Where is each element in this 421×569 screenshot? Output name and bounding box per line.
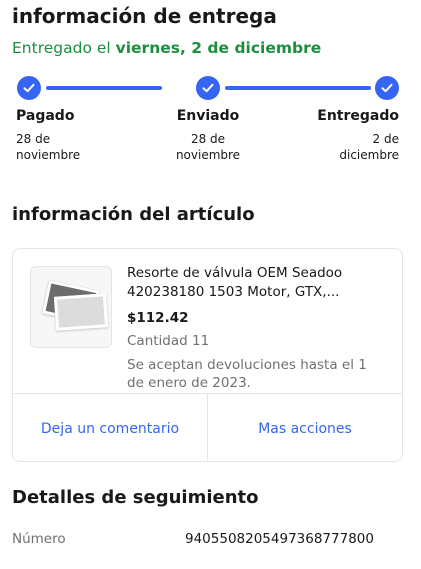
delivery-date-value: viernes, 2 de diciembre bbox=[115, 39, 322, 57]
item-returns-policy: Se aceptan devoluciones hasta el 1 de en… bbox=[127, 357, 367, 391]
progress-step-delivered-label: Entregado bbox=[317, 108, 399, 124]
progress-step-paid-label: Pagado bbox=[16, 108, 75, 124]
progress-line-1 bbox=[46, 86, 162, 90]
progress-step-paid-date: 28 de noviembre bbox=[16, 131, 80, 163]
item-name-link[interactable]: Resorte de válvula OEM Seadoo 420238180 … bbox=[127, 264, 372, 302]
item-quantity: Cantidad 11 bbox=[127, 333, 210, 349]
progress-step-shipped-check-icon bbox=[196, 76, 220, 100]
leave-feedback-button[interactable]: Deja un comentario bbox=[13, 394, 207, 461]
progress-step-paid-date-line1: 28 de bbox=[16, 132, 51, 146]
item-thumbnail[interactable] bbox=[30, 266, 112, 348]
progress-step-shipped-date: 28 de noviembre bbox=[158, 131, 258, 163]
progress-line-2 bbox=[225, 86, 371, 90]
tracking-number-label: Número bbox=[12, 531, 66, 547]
delivery-date-prefix: Entregado el bbox=[12, 39, 116, 57]
progress-step-shipped-date-line1: 28 de bbox=[190, 132, 226, 146]
tracking-details-title: Detalles de seguimiento bbox=[12, 487, 259, 508]
delivery-date: Entregado el viernes, 2 de diciembre bbox=[12, 39, 321, 57]
item-info-title: información del artículo bbox=[12, 204, 255, 225]
progress-step-paid-date-line2: noviembre bbox=[16, 148, 81, 162]
progress-step-delivered-date-line1: 2 de bbox=[372, 132, 399, 146]
progress-step-delivered-date-line2: diciembre bbox=[339, 148, 399, 162]
item-price: $112.42 bbox=[127, 310, 189, 326]
tracking-number-value: 9405508205497368777800 bbox=[185, 531, 374, 547]
more-actions-button[interactable]: Mas acciones bbox=[207, 394, 402, 461]
progress-step-paid-check-icon bbox=[17, 76, 41, 100]
delivery-info-title: información de entrega bbox=[12, 4, 277, 28]
progress-step-shipped-label: Enviado bbox=[176, 108, 240, 124]
progress-step-shipped-date-line2: noviembre bbox=[175, 148, 241, 162]
progress-step-delivered-check-icon bbox=[375, 76, 399, 100]
item-actions: Deja un comentario Mas acciones bbox=[13, 393, 402, 461]
item-card: Resorte de válvula OEM Seadoo 420238180 … bbox=[12, 248, 403, 462]
progress-step-delivered-date: 2 de diciembre bbox=[339, 131, 399, 163]
thumbnail-photo-back bbox=[53, 293, 109, 331]
